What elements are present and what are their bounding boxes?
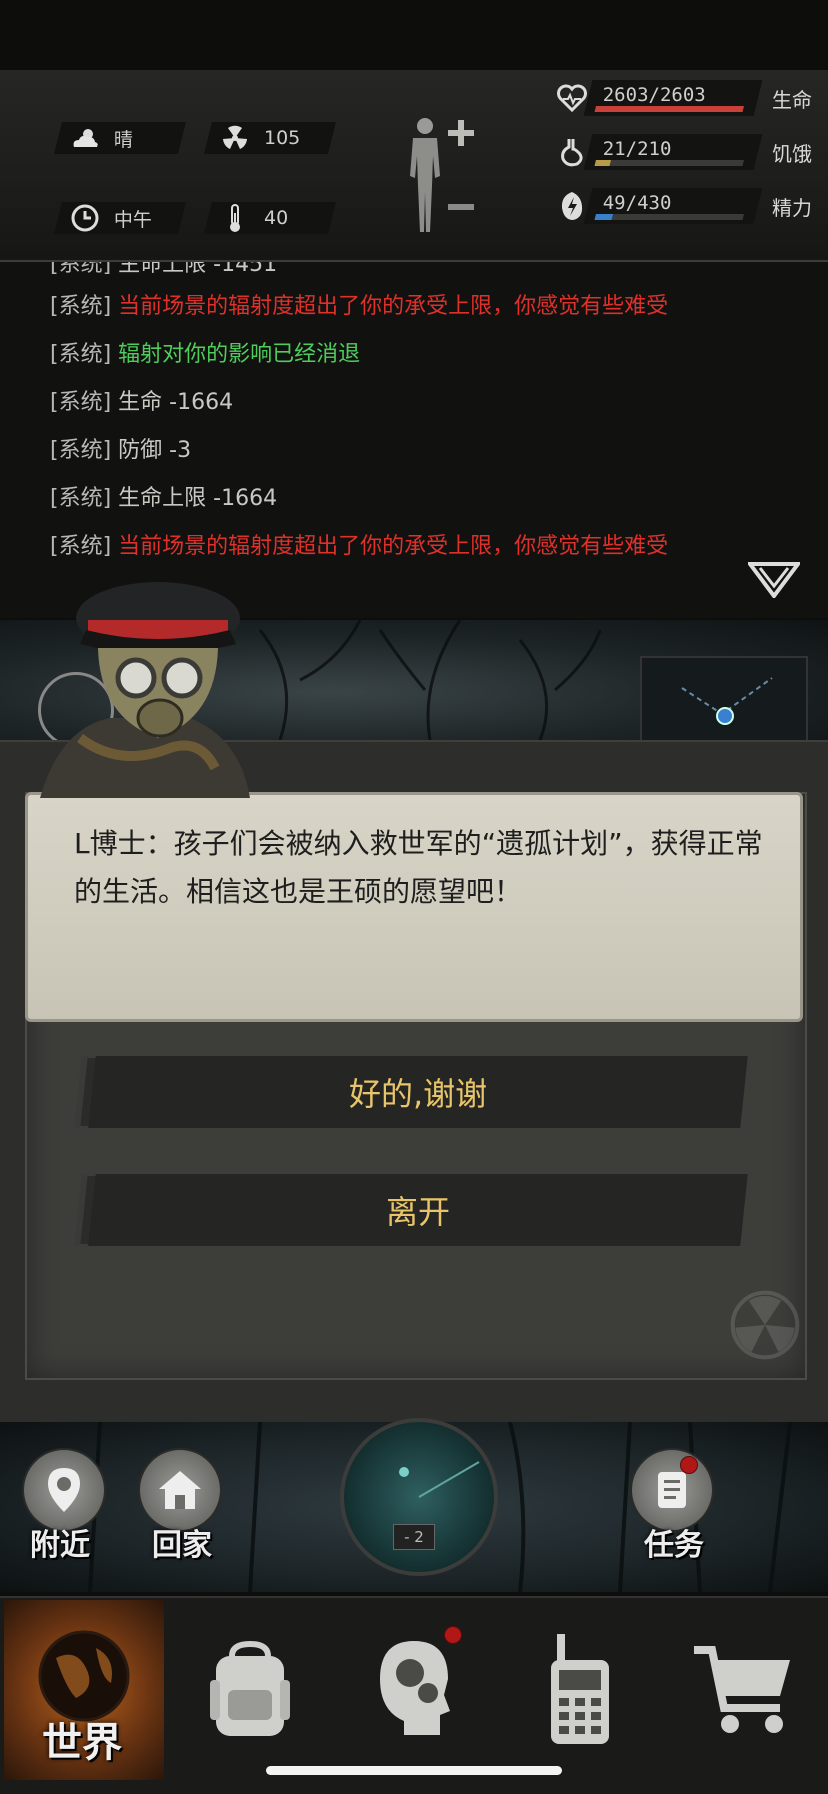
tab-world[interactable]: 世界 bbox=[4, 1600, 164, 1780]
option-ok[interactable]: 好的,谢谢 bbox=[74, 1056, 748, 1128]
health-value: 2603/2603 bbox=[602, 84, 706, 106]
log-line: [系统] 生命上限 -1664 bbox=[50, 486, 278, 511]
clock-icon bbox=[70, 203, 100, 233]
hunger-value: 21/210 bbox=[602, 138, 672, 160]
radar[interactable] bbox=[340, 1418, 498, 1576]
cloud-sun-icon bbox=[70, 123, 100, 153]
minimap[interactable] bbox=[640, 656, 808, 744]
home-label: 回家 bbox=[152, 1528, 212, 1563]
energy-value: 49/430 bbox=[602, 192, 672, 214]
radar-level: - 2 bbox=[393, 1524, 435, 1550]
nearby-label: 附近 bbox=[30, 1528, 90, 1563]
tab-radio[interactable] bbox=[500, 1600, 660, 1780]
tab-backpack[interactable] bbox=[170, 1600, 330, 1780]
thermometer-icon bbox=[220, 203, 250, 233]
stat-energy: 49/430 精力 bbox=[556, 188, 812, 224]
radiation-value: 105 bbox=[264, 127, 301, 149]
bottom-tab-bar: 世界 bbox=[0, 1596, 828, 1794]
tab-world-label: 世界 bbox=[42, 1720, 122, 1766]
quest-button[interactable]: 任务 bbox=[630, 1448, 730, 1568]
message-log[interactable]: [系统] 生命上限 -1451 [系统] 当前场景的辐射度超出了你的承受上限，你… bbox=[0, 262, 828, 618]
home-button[interactable]: 回家 bbox=[138, 1448, 238, 1568]
option-leave-label: 离开 bbox=[385, 1193, 450, 1231]
health-label: 生命 bbox=[772, 87, 812, 112]
heart-icon bbox=[556, 82, 588, 114]
walkie-talkie-icon bbox=[551, 1634, 609, 1744]
plus-icon[interactable] bbox=[448, 120, 474, 146]
radiation-icon bbox=[220, 123, 250, 153]
log-line: [系统] 生命上限 -1451 bbox=[50, 262, 278, 277]
time-chip: 中午 bbox=[54, 202, 186, 234]
dialog-text: L博士：孩子们会被纳入救世军的“遗孤计划”，获得正常 的生活。相信这也是王硕的愿… bbox=[74, 820, 774, 916]
time-value: 中午 bbox=[114, 208, 153, 231]
temperature-chip: 40 bbox=[204, 202, 336, 234]
option-ok-label: 好的,谢谢 bbox=[348, 1075, 488, 1113]
hunger-bar-fill bbox=[594, 160, 611, 166]
log-line: [系统] 防御 -3 bbox=[50, 438, 192, 463]
hunger-label: 饥饿 bbox=[772, 141, 812, 166]
energy-bar-fill bbox=[594, 214, 613, 220]
weather-chip: 晴 bbox=[54, 122, 186, 154]
temperature-value: 40 bbox=[264, 207, 289, 229]
stat-health: 2603/2603 生命 bbox=[556, 80, 812, 116]
dialog-text-line: L博士：孩子们会被纳入救世军的“遗孤计划”，获得正常 bbox=[74, 827, 763, 860]
option-leave[interactable]: 离开 bbox=[74, 1174, 748, 1246]
stat-hunger: 21/210 饥饿 bbox=[556, 134, 812, 170]
health-bar-fill bbox=[594, 106, 745, 112]
shopping-cart-icon bbox=[694, 1646, 790, 1733]
energy-label: 精力 bbox=[772, 195, 812, 220]
skills-notification-dot bbox=[444, 1626, 462, 1644]
tab-shop[interactable] bbox=[664, 1600, 824, 1780]
dialog-text-line: 的生活。相信这也是王硕的愿望吧！ bbox=[74, 875, 523, 908]
minus-icon[interactable] bbox=[448, 204, 474, 210]
body-status-icon[interactable] bbox=[400, 116, 450, 236]
scroll-down-icon[interactable] bbox=[746, 562, 802, 600]
log-line: [系统] 当前场景的辐射度超出了你的承受上限，你感觉有些难受 bbox=[50, 294, 669, 319]
quest-notification-dot bbox=[680, 1456, 698, 1474]
radiation-chip: 105 bbox=[204, 122, 336, 154]
log-line: [系统] 辐射对你的影响已经消退 bbox=[50, 342, 361, 367]
weather-value: 晴 bbox=[114, 128, 134, 151]
home-indicator[interactable] bbox=[266, 1766, 562, 1775]
backpack-icon bbox=[210, 1640, 290, 1736]
tab-skills[interactable] bbox=[334, 1600, 494, 1780]
stomach-icon bbox=[556, 136, 588, 168]
radiation-watermark-icon bbox=[730, 1290, 800, 1360]
npc-portrait bbox=[40, 568, 250, 798]
log-line: [系统] 当前场景的辐射度超出了你的承受上限，你感觉有些难受 bbox=[50, 534, 669, 559]
log-line: [系统] 生命 -1664 bbox=[50, 390, 234, 415]
status-hud: 晴 105 中午 40 2603/2603 生命 21/210 饥饿 49/43… bbox=[0, 70, 828, 262]
head-gear-icon bbox=[380, 1641, 450, 1735]
quest-label: 任务 bbox=[644, 1528, 704, 1563]
energy-icon bbox=[556, 190, 588, 222]
nearby-button[interactable]: 附近 bbox=[20, 1448, 120, 1568]
